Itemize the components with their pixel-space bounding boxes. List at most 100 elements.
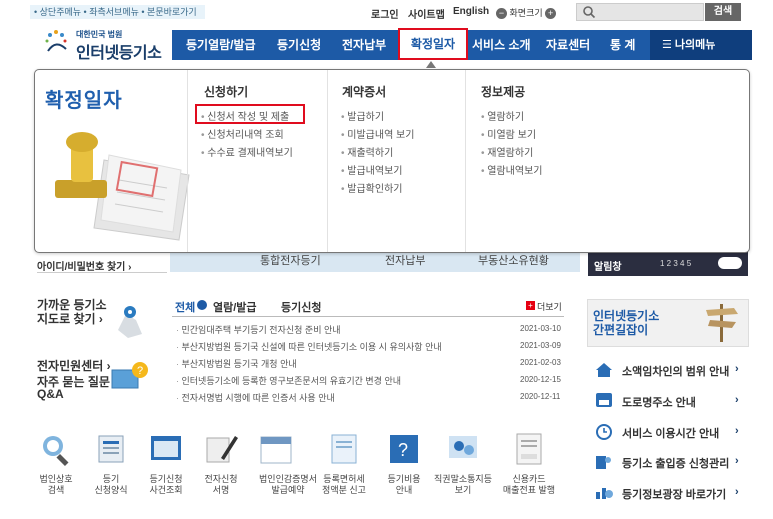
quick-label: 등기비용 안내	[387, 474, 421, 495]
tab-registry-view[interactable]: 열람/발급	[213, 299, 257, 315]
quick-label: 직권말소통지등 보기	[434, 474, 492, 495]
main-nav: 등기열람/발급 등기신청 전자납부 확정일자 서비스 소개 자료센터 통 계 ☰…	[172, 28, 752, 60]
column-title-info: 정보제공	[481, 85, 526, 99]
notice-date: 2021-03-10	[520, 324, 561, 333]
menu-item-issue-verify[interactable]: 발급확인하기	[341, 180, 402, 195]
chevron-right-icon: ›	[735, 363, 739, 375]
notice-item[interactable]: 부산지방법원 등기국 신설에 따른 인터넷등기소 이용 시 유의사항 안내	[176, 340, 442, 353]
hamburger-icon: ☰	[662, 39, 675, 51]
zoom-in-icon[interactable]: +	[545, 8, 557, 20]
menu-item-view-history[interactable]: 열람내역보기	[481, 162, 542, 177]
tab-all[interactable]: 전체	[175, 299, 195, 315]
my-menu-label: 나의메뉴	[674, 39, 716, 51]
chevron-right-icon: ›	[735, 455, 739, 467]
menu-item-view[interactable]: 열람하기	[481, 108, 524, 123]
chevron-right-icon: ›	[735, 425, 739, 437]
svg-text:?: ?	[398, 440, 408, 460]
english-link[interactable]: English	[453, 6, 489, 17]
column-title-contract: 계약증서	[342, 85, 387, 99]
nav-item-fixed-date[interactable]: 확정일자	[398, 28, 468, 60]
search-button[interactable]: 검색	[705, 3, 741, 21]
alarm-pagination[interactable]: 1 2 3 4 5	[660, 259, 691, 268]
chevron-right-icon: ›	[735, 486, 739, 498]
nav-item-service-intro[interactable]: 서비스 소개	[472, 30, 531, 60]
court-logo-icon	[45, 30, 67, 52]
corporate-name-search-icon[interactable]	[38, 432, 74, 466]
notice-date: 2021-03-09	[520, 341, 561, 350]
notice-item[interactable]: 민간임대주택 부기등기 전자신청 준비 안내	[176, 323, 341, 336]
access-card-icon	[596, 456, 611, 469]
menu-item-review[interactable]: 재열람하기	[481, 144, 533, 159]
strip-e-payment[interactable]: 전자납부	[385, 252, 425, 268]
menu-item-issue[interactable]: 발급하기	[341, 108, 384, 123]
faq-monitor-icon: ?	[111, 362, 148, 389]
skip-links[interactable]: • 상단주메뉴 • 좌측서브메뉴 • 본문바로가기	[30, 5, 205, 19]
nav-item-data-center[interactable]: 자료센터	[546, 30, 590, 60]
calendar-icon[interactable]	[258, 432, 294, 466]
svg-text:?: ?	[137, 365, 143, 377]
registry-info-plaza-link[interactable]: 등기정보광장 바로가기	[622, 486, 726, 502]
cost-guide-icon[interactable]: ?	[386, 432, 422, 466]
fixed-date-dropdown: 확정일자 신청하기 신청서 작성 및 제출 신청처리내역 조회 수수료 결제내역…	[34, 69, 750, 253]
zoom-out-icon[interactable]: −	[496, 8, 507, 20]
service-hours-link[interactable]: 서비스 이용시간 안내	[622, 425, 719, 441]
faq-link[interactable]: 자주 묻는 질문 Q&A	[37, 376, 110, 400]
alarm-label: 알림창	[594, 262, 622, 273]
application-form-icon[interactable]	[93, 432, 129, 466]
quick-label: 등기신청 사건조회	[149, 474, 183, 495]
quick-label: 신용카드 매출전표 발행	[502, 474, 556, 495]
column-divider	[187, 70, 188, 252]
find-id-password-link[interactable]: 아이디/비밀번호 찾기 ›	[37, 258, 131, 273]
e-civil-center-link[interactable]: 전자민원센터 ›	[37, 357, 111, 374]
stamp-illustration-icon	[55, 132, 190, 241]
tax-report-icon[interactable]	[326, 432, 362, 466]
menu-item-unissued-list[interactable]: 미발급내역 보기	[341, 126, 414, 141]
my-menu-button[interactable]: ☰ 나의메뉴	[650, 30, 752, 60]
tab-registry-apply[interactable]: 등기신청	[281, 299, 321, 315]
road-address-icon	[596, 393, 612, 407]
menu-item-submit-application[interactable]: 신청서 작성 및 제출	[201, 108, 289, 123]
house-icon	[596, 363, 612, 377]
menu-item-application-status[interactable]: 신청처리내역 조회	[201, 126, 283, 141]
small-tenant-link[interactable]: 소액임차인의 범위 안내	[622, 363, 729, 379]
e-sign-pen-icon[interactable]	[203, 432, 239, 466]
nav-item-registry-view[interactable]: 등기열람/발급	[186, 30, 256, 60]
nav-item-statistics[interactable]: 통 계	[610, 30, 635, 60]
quick-guide-title: 인터넷등기소 간편길잡이	[593, 309, 660, 337]
login-link[interactable]: 로그인	[371, 6, 399, 21]
notice-date: 2020-12-11	[520, 392, 561, 401]
case-lookup-icon[interactable]	[148, 432, 184, 466]
access-card-link[interactable]: 등기소 출입증 신청관리	[622, 455, 729, 471]
menu-item-fee-history[interactable]: 수수료 결제내역보기	[201, 144, 293, 159]
menu-item-unviewed[interactable]: 미열람 보기	[481, 126, 536, 141]
strip-integrated-registry[interactable]: 통합전자등기	[260, 252, 321, 268]
column-divider	[327, 70, 328, 252]
notice-date: 2020-12-15	[520, 375, 561, 384]
nav-item-registry-apply[interactable]: 등기신청	[277, 30, 321, 60]
notice-item[interactable]: 부산지방법원 등기국 개청 안내	[176, 357, 297, 370]
clock-icon	[596, 424, 612, 440]
zoom-control: − 화면크기 +	[496, 6, 557, 20]
more-link[interactable]: 더보기	[537, 300, 562, 313]
notice-item[interactable]: 전자서명법 시행에 따른 인증서 사용 안내	[176, 391, 335, 404]
quick-label: 등기 신청양식	[94, 474, 128, 495]
divider	[172, 316, 564, 317]
chart-icon	[596, 488, 613, 499]
sitemap-link[interactable]: 사이트맵	[408, 6, 445, 21]
nearby-registry-link[interactable]: 가까운 등기소 지도로 찾기 ›	[37, 298, 107, 326]
column-title-apply: 신청하기	[204, 85, 249, 99]
logo-title[interactable]: 인터넷등기소	[76, 39, 162, 63]
receipt-icon[interactable]	[511, 432, 547, 466]
pause-play-icon[interactable]	[718, 257, 742, 269]
nav-item-e-payment[interactable]: 전자납부	[342, 30, 386, 60]
road-address-link[interactable]: 도로명주소 안내	[622, 394, 696, 410]
chevron-right-icon: ›	[735, 394, 739, 406]
menu-item-reprint[interactable]: 재출력하기	[341, 144, 393, 159]
notice-item[interactable]: 인터넷등기소에 등록한 영구보존문서의 유효기간 변경 안내	[176, 374, 402, 387]
cancellation-notice-icon[interactable]	[445, 432, 481, 466]
plus-icon: +	[526, 301, 535, 310]
strip-property-status[interactable]: 부동산소유현황	[478, 252, 549, 268]
menu-item-issue-history[interactable]: 발급내역보기	[341, 162, 402, 177]
chevron-down-icon	[197, 300, 207, 310]
signpost-icon	[706, 304, 738, 342]
